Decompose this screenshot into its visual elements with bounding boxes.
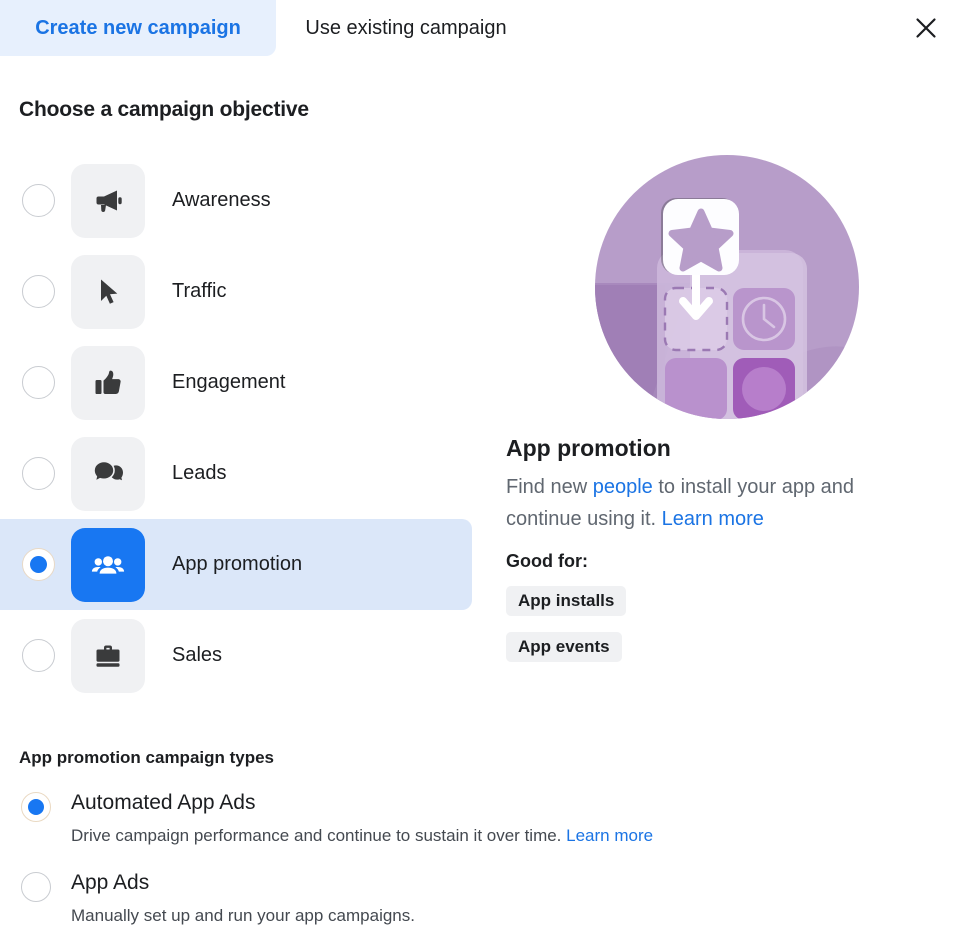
megaphone-icon [91, 184, 125, 218]
objective-icon-tile-sales [71, 618, 145, 693]
tab-use-existing-campaign-label: Use existing campaign [305, 16, 507, 39]
objective-radio-traffic[interactable] [22, 275, 55, 308]
objective-row-sales[interactable]: Sales [0, 610, 472, 701]
detail-title: App promotion [506, 435, 671, 461]
tab-create-new-campaign[interactable]: Create new campaign [0, 0, 276, 56]
objective-radio-engagement[interactable] [22, 366, 55, 399]
close-button[interactable] [904, 6, 948, 50]
chip-row: App installs [506, 586, 627, 632]
objective-label-app-promotion: App promotion [172, 553, 303, 575]
good-for-chips: App installs App events [506, 586, 627, 678]
objective-icon-tile-awareness [71, 163, 145, 238]
campaign-type-desc-automated-app-ads: Drive campaign performance and continue … [71, 826, 653, 846]
tab-bar: Create new campaign Use existing campaig… [0, 0, 960, 56]
learn-more-link[interactable]: Learn more [566, 826, 653, 845]
campaign-type-row-automated-app-ads[interactable]: Automated App Ads Drive campaign perform… [0, 786, 800, 866]
radio-dot [30, 556, 47, 573]
objective-label-engagement: Engagement [172, 371, 286, 393]
campaign-type-radio-app-ads[interactable] [21, 872, 51, 902]
campaign-type-desc-text: Manually set up and run your app campaig… [71, 906, 415, 925]
cursor-icon [91, 275, 125, 309]
people-icon [91, 548, 125, 582]
campaign-objective-dialog: Create new campaign Use existing campaig… [0, 0, 960, 946]
chip-row: App events [506, 632, 626, 678]
people-link[interactable]: people [593, 476, 653, 498]
close-icon [913, 15, 939, 41]
objective-label-leads: Leads [172, 462, 227, 484]
objective-label-awareness: Awareness [172, 189, 271, 211]
objective-detail-panel: App promotion Find new people to install… [506, 155, 946, 662]
objective-radio-app-promotion[interactable] [22, 548, 55, 581]
objective-row-leads[interactable]: Leads [0, 428, 472, 519]
objective-row-app-promotion[interactable]: App promotion [0, 519, 472, 610]
app-promotion-illustration [595, 155, 859, 419]
campaign-type-desc-text: Drive campaign performance and continue … [71, 826, 567, 845]
tab-use-existing-campaign[interactable]: Use existing campaign [276, 0, 536, 56]
objective-icon-tile-engagement [71, 345, 145, 420]
campaign-type-title-app-ads: App Ads [71, 871, 150, 894]
learn-more-link[interactable]: Learn more [662, 508, 764, 530]
campaign-type-title-automated-app-ads: Automated App Ads [71, 791, 256, 814]
objective-label-traffic: Traffic [172, 280, 227, 302]
good-for-label: Good for: [506, 551, 588, 571]
campaign-type-desc-app-ads: Manually set up and run your app campaig… [71, 906, 415, 926]
thumbs-up-icon [91, 366, 125, 400]
objective-icon-tile-leads [71, 436, 145, 511]
campaign-types-heading: App promotion campaign types [19, 748, 275, 767]
campaign-type-row-app-ads[interactable]: App Ads Manually set up and run your app… [0, 866, 800, 946]
objective-row-engagement[interactable]: Engagement [0, 337, 472, 428]
objective-icon-tile-traffic [71, 254, 145, 329]
tab-create-new-campaign-label: Create new campaign [35, 16, 241, 39]
objective-radio-sales[interactable] [22, 639, 55, 672]
detail-desc-part1: Find new [506, 476, 593, 498]
chip-app-installs: App installs [506, 586, 627, 616]
chat-bubbles-icon [91, 457, 125, 491]
objective-heading: Choose a campaign objective [19, 98, 309, 121]
objective-radio-leads[interactable] [22, 457, 55, 490]
objective-radio-awareness[interactable] [22, 184, 55, 217]
objective-icon-tile-app-promotion [71, 527, 145, 602]
objective-row-awareness[interactable]: Awareness [0, 155, 472, 246]
briefcase-icon [91, 639, 125, 673]
radio-dot [28, 799, 44, 815]
objective-label-sales: Sales [172, 644, 223, 666]
objective-list: Awareness Traffic Engagement Leads App p… [0, 155, 480, 701]
campaign-type-radio-automated-app-ads[interactable] [21, 792, 51, 822]
objective-row-traffic[interactable]: Traffic [0, 246, 472, 337]
campaign-types-list: Automated App Ads Drive campaign perform… [0, 786, 800, 946]
chip-app-events: App events [506, 632, 622, 662]
detail-description: Find new people to install your app and … [506, 471, 916, 535]
